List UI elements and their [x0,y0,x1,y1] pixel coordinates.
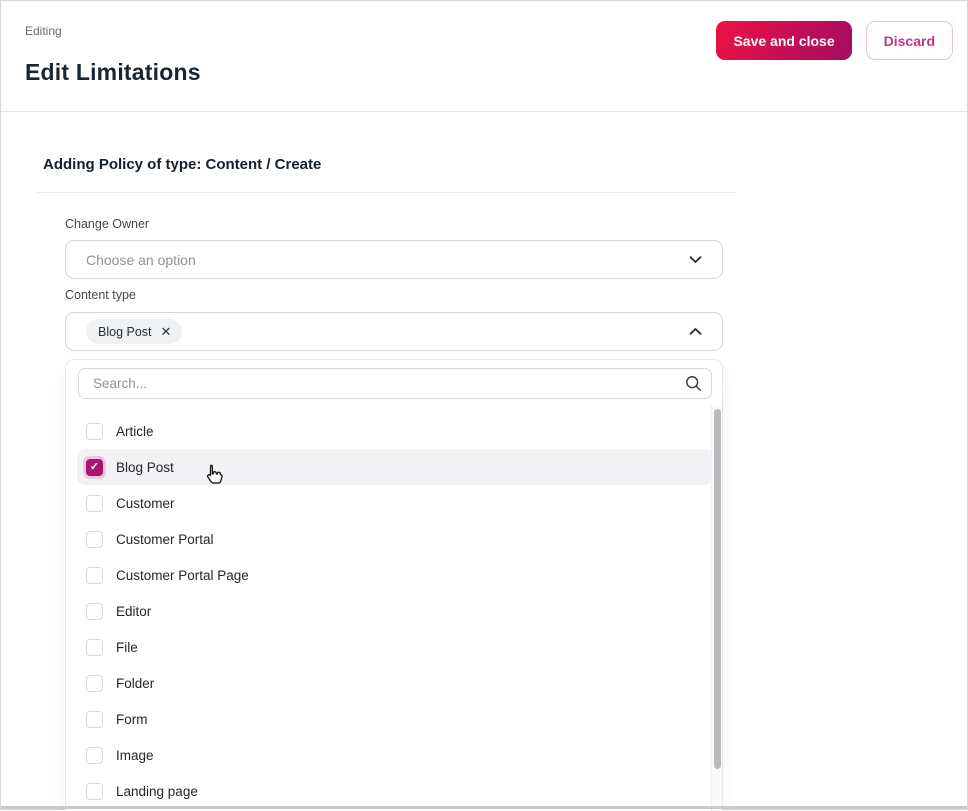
chevron-down-icon [687,251,704,268]
dropdown-option-row[interactable]: ✓ Landing page [77,773,713,809]
dropdown-option-row[interactable]: ✓ Folder [77,665,713,701]
option-label: Customer Portal Page [116,567,249,583]
dropdown-option-row[interactable]: ✓ Blog Post [77,449,713,485]
dropdown-option-row[interactable]: ✓ Editor [77,593,713,629]
breadcrumb-editing: Editing [25,24,62,38]
content-type-multiselect[interactable]: Blog Post ✕ [65,312,723,351]
option-label: Landing page [116,783,198,799]
discard-button[interactable]: Discard [865,21,953,60]
option-label: Editor [116,603,152,619]
checkbox-checked[interactable]: ✓ [86,458,103,476]
search-icon [684,374,703,398]
content-type-dropdown-panel: ✓ Article ✓ Blog Post ✓ Customer ✓ Customer Por… [65,359,723,811]
page-title: Edit Limitations [25,59,201,85]
change-owner-select[interactable]: Choose an option [65,240,723,279]
option-label: Image [116,747,154,763]
chip-label: Blog Post [98,324,152,339]
option-label: Blog Post [116,459,174,475]
section-heading: Adding Policy of type: Content / Create [43,156,322,173]
option-label: Customer Portal [116,531,214,547]
chevron-up-icon [687,323,704,340]
checkbox-unchecked[interactable]: ✓ [86,566,103,584]
section-divider [37,192,737,193]
checkbox-unchecked[interactable]: ✓ [86,638,103,656]
option-label: File [116,639,138,655]
dropdown-option-row[interactable]: ✓ Customer [77,485,713,521]
check-icon: ✓ [89,460,100,473]
header-actions: Save and close Discard [716,21,953,60]
dropdown-option-row[interactable]: ✓ Form [77,701,713,737]
checkbox-unchecked[interactable]: ✓ [86,530,103,548]
checkbox-unchecked[interactable]: ✓ [86,782,103,800]
dropdown-search [78,368,712,399]
dropdown-option-list: ✓ Article ✓ Blog Post ✓ Customer ✓ Customer Por… [77,413,713,809]
option-label: Customer [116,495,175,511]
change-owner-label: Change Owner [65,217,150,231]
dropdown-option-row[interactable]: ✓ File [77,629,713,665]
option-label: Article [116,423,154,439]
dropdown-option-row[interactable]: ✓ Customer Portal Page [77,557,713,593]
dropdown-option-row[interactable]: ✓ Image [77,737,713,773]
checkbox-unchecked[interactable]: ✓ [86,710,103,728]
dropdown-scrollbar[interactable] [711,405,722,811]
checkbox-unchecked[interactable]: ✓ [86,422,103,440]
checkbox-unchecked[interactable]: ✓ [86,674,103,692]
window-bottom-edge [1,806,967,809]
dropdown-option-row[interactable]: ✓ Customer Portal [77,521,713,557]
chip-remove-icon[interactable]: ✕ [161,325,172,338]
scrollbar-thumb[interactable] [714,409,721,769]
checkbox-unchecked[interactable]: ✓ [86,494,103,512]
change-owner-placeholder: Choose an option [86,251,196,268]
option-label: Form [116,711,148,727]
selected-chip[interactable]: Blog Post ✕ [86,319,183,344]
option-label: Folder [116,675,155,691]
search-input[interactable] [78,368,712,399]
checkbox-unchecked[interactable]: ✓ [86,746,103,764]
content-type-label: Content type [65,288,136,302]
checkbox-unchecked[interactable]: ✓ [86,602,103,620]
save-and-close-button[interactable]: Save and close [716,21,852,60]
page-header: Editing Edit Limitations Save and close … [1,1,967,112]
dropdown-option-row[interactable]: ✓ Article [77,413,713,449]
